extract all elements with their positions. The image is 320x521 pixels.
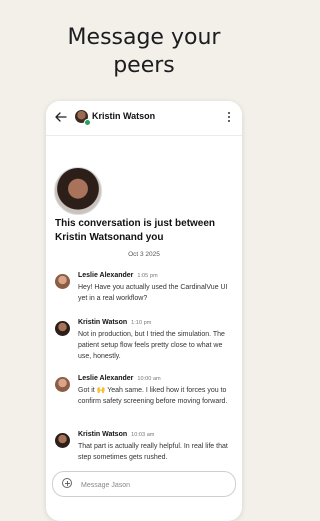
intro-line-2: Kristin Watsonand you: [55, 232, 164, 243]
plus-circle-icon[interactable]: [62, 478, 72, 488]
date-separator: Oct 3 2025: [128, 251, 160, 258]
sender-name: Kristin Watson: [78, 319, 128, 326]
message-header: Leslie Alexander 10:00 am: [78, 375, 161, 382]
online-status-dot: [84, 119, 91, 126]
headline-line-1: Message your: [67, 25, 221, 50]
phone-screen: Kristin Watson This conversation is just…: [46, 101, 242, 521]
message-time: 1:10 pm: [131, 320, 152, 326]
message-header: Leslie Alexander 1:05 pm: [78, 272, 158, 279]
message-text: Hey! Have you actually used the Cardinal…: [78, 284, 228, 302]
headline-line-2: peers: [113, 53, 175, 78]
conversation-intro: This conversation is just between Kristi…: [55, 217, 233, 245]
more-vertical-icon[interactable]: [226, 111, 232, 125]
arrow-left-icon[interactable]: [54, 110, 68, 124]
chat-header: Kristin Watson: [46, 101, 242, 136]
contact-profile-avatar: [54, 167, 102, 215]
marketing-headline: Message your peers: [0, 24, 288, 80]
message-composer: [52, 471, 236, 497]
sender-name: Leslie Alexander: [78, 375, 134, 382]
sender-avatar[interactable]: [55, 377, 70, 392]
intro-line-1: This conversation is just between: [55, 218, 216, 229]
sender-avatar[interactable]: [55, 321, 70, 336]
header-contact-name[interactable]: Kristin Watson: [92, 111, 155, 121]
sender-name: Kristin Watson: [78, 431, 128, 438]
message-text: Not in production, but I tried the simul…: [78, 331, 225, 360]
message-time: 1:05 pm: [137, 273, 158, 279]
sender-avatar[interactable]: [55, 433, 70, 448]
sender-name: Leslie Alexander: [78, 272, 134, 279]
sender-avatar[interactable]: [55, 274, 70, 289]
message-text: That part is actually really helpful. In…: [78, 443, 228, 461]
message-header: Kristin Watson 10:03 am: [78, 431, 154, 438]
message-time: 10:03 am: [131, 432, 155, 438]
message-text: Got it 🙌 Yeah same. I liked how it force…: [78, 387, 228, 405]
message-header: Kristin Watson 1:10 pm: [78, 319, 151, 326]
message-time: 10:00 am: [137, 376, 161, 382]
message-input[interactable]: [79, 477, 233, 493]
